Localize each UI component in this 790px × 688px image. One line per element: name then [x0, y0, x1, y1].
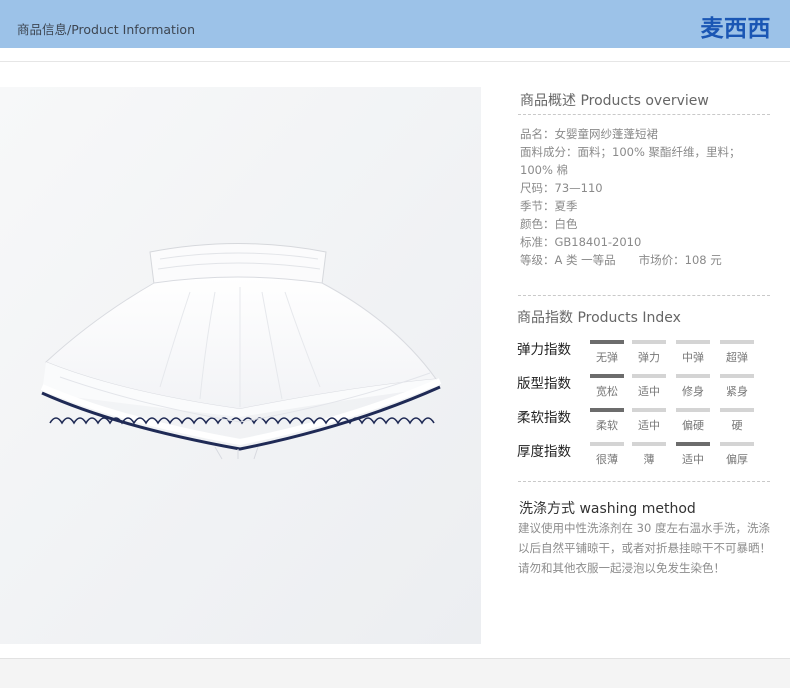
index-option: 柔软 [590, 408, 624, 433]
index-option-label: 紧身 [726, 385, 748, 398]
index-bar-selected [590, 408, 624, 412]
index-option-label: 薄 [643, 453, 655, 466]
index-option-label: 适中 [638, 419, 660, 432]
index-option: 薄 [632, 442, 666, 467]
index-option: 适中 [632, 374, 666, 399]
index-bar [676, 408, 710, 412]
divider [0, 61, 790, 62]
index-option: 偏硬 [676, 408, 710, 433]
index-bar [676, 374, 710, 378]
index-option-label: 适中 [682, 453, 704, 466]
footer-band [0, 658, 790, 688]
index-bar [720, 340, 754, 344]
index-bar [720, 442, 754, 446]
index-title: 商品指数 Products Index [517, 310, 681, 326]
index-option-label: 宽松 [596, 385, 618, 398]
index-bar [632, 408, 666, 412]
index-bar [720, 408, 754, 412]
index-bar-selected [590, 374, 624, 378]
washing-text: 建议使用中性洗涤剂在 30 度左右温水手洗，洗涤以后自然平铺晾干，或者对折悬挂晾… [518, 521, 771, 575]
index-option-label: 偏硬 [682, 419, 704, 432]
index-option-label: 无弹 [596, 351, 618, 364]
index-row-label: 弹力指数 [517, 342, 571, 358]
index-option: 超弹 [720, 340, 754, 365]
index-option: 适中 [632, 408, 666, 433]
index-bar [590, 442, 624, 446]
index-option-label: 硬 [731, 419, 743, 432]
index-option: 紧身 [720, 374, 754, 399]
index-option-label: 弹力 [638, 351, 660, 364]
overview-title: 商品概述 Products overview [520, 93, 709, 109]
spec-line: 面料成分：面料；100% 聚酯纤维，里料； [520, 145, 741, 159]
divider [518, 295, 770, 296]
spec-line: 品名：女婴童网纱蓬蓬短裙 [520, 127, 658, 141]
section-title: 商品信息/Product Information [17, 22, 196, 37]
divider [518, 481, 770, 482]
index-option-label: 偏厚 [726, 453, 748, 466]
index-option-label: 柔软 [596, 419, 618, 432]
index-option: 修身 [676, 374, 710, 399]
spec-line: 100% 棉 [520, 163, 569, 177]
product-photo [0, 87, 481, 644]
index-row-label: 柔软指数 [517, 410, 571, 426]
brand-logo: 麦西西 [700, 16, 771, 42]
spec-line: 季节：夏季 [520, 199, 578, 213]
index-option: 硬 [720, 408, 754, 433]
index-bar-selected [676, 442, 710, 446]
index-option: 中弹 [676, 340, 710, 365]
washing-title: 洗涤方式 washing method [519, 501, 696, 517]
index-option: 无弹 [590, 340, 624, 365]
spec-line: 颜色：白色 [520, 217, 578, 231]
skirt-illustration [0, 87, 481, 644]
index-bar [632, 374, 666, 378]
index-option-label: 适中 [638, 385, 660, 398]
index-option: 适中 [676, 442, 710, 467]
index-option: 偏厚 [720, 442, 754, 467]
index-option: 宽松 [590, 374, 624, 399]
index-option: 弹力 [632, 340, 666, 365]
spec-line: 标准：GB18401-2010 [520, 235, 642, 249]
index-bar [676, 340, 710, 344]
index-row-label: 厚度指数 [517, 444, 571, 460]
index-option-label: 很薄 [596, 453, 618, 466]
index-bar [632, 442, 666, 446]
index-option-label: 超弹 [726, 351, 748, 364]
spec-line: 等级：A 类 一等品 市场价：108 元 [520, 253, 722, 267]
index-row-label: 版型指数 [517, 376, 571, 392]
spec-line: 尺码：73—110 [520, 181, 603, 195]
index-option-label: 中弹 [682, 351, 704, 364]
index-bar [632, 340, 666, 344]
index-option: 很薄 [590, 442, 624, 467]
index-bar [720, 374, 754, 378]
index-bar-selected [590, 340, 624, 344]
header-band: 商品信息/Product Information 麦西西 [0, 0, 790, 48]
index-option-label: 修身 [682, 385, 704, 398]
divider [518, 114, 770, 115]
